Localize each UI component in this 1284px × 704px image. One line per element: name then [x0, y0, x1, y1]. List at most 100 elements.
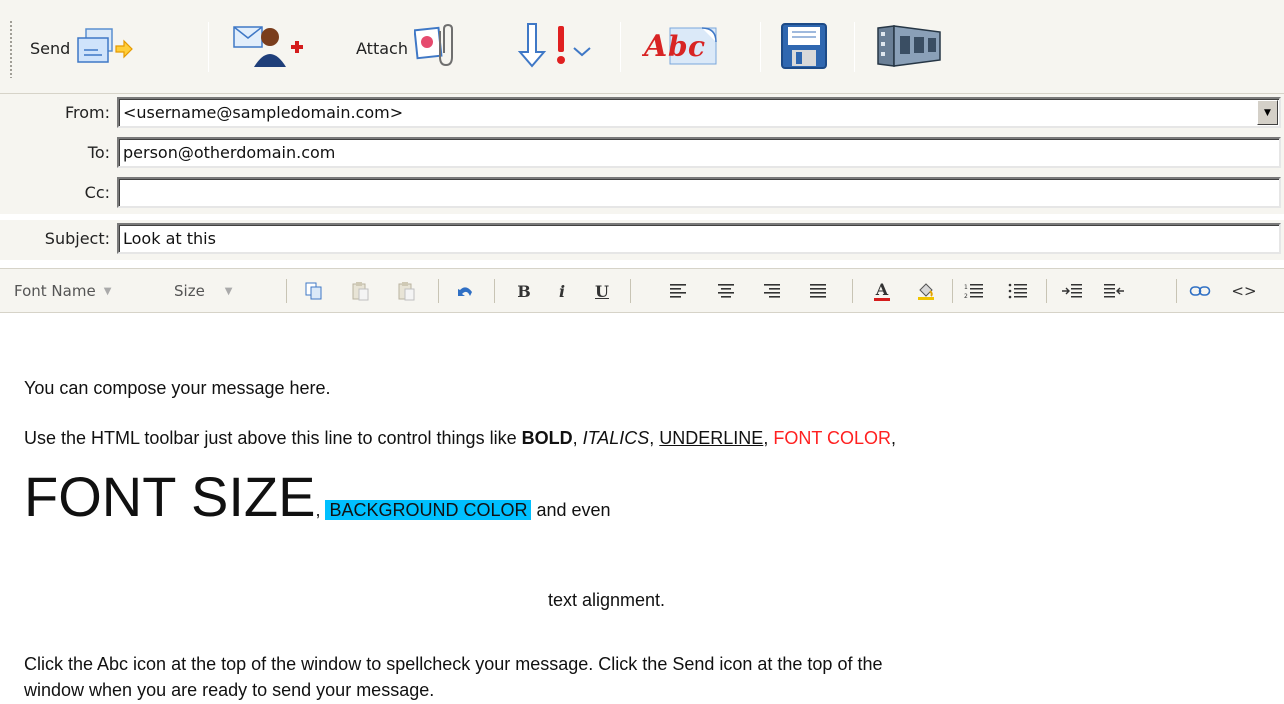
format-separator	[286, 279, 287, 303]
priority-icon	[516, 22, 596, 74]
paste-button[interactable]	[346, 277, 374, 305]
body-text: window when you are ready to send your m…	[24, 680, 435, 700]
italic-sample: ITALICS	[582, 428, 650, 448]
body-text: You can compose your message here.	[24, 378, 331, 398]
bold-icon: B	[517, 281, 531, 301]
chevron-down-icon[interactable]: ▼	[1257, 100, 1278, 125]
from-select[interactable]: <username@sampledomain.com> ▼	[117, 97, 1281, 128]
align-center-icon	[718, 284, 734, 298]
italic-button[interactable]: i	[548, 277, 576, 305]
body-paragraph: You can compose your message here.	[24, 378, 331, 399]
undo-button[interactable]	[452, 277, 480, 305]
svg-text:c: c	[688, 30, 705, 63]
format-separator	[630, 279, 631, 303]
from-row: From: <username@sampledomain.com> ▼	[0, 94, 1284, 134]
indent-button[interactable]	[1058, 277, 1086, 305]
highlight-color-button[interactable]	[912, 277, 940, 305]
bold-sample: BOLD	[521, 428, 573, 448]
subject-value: Look at this	[123, 229, 216, 248]
cc-label: Cc:	[84, 183, 110, 202]
justify-button[interactable]	[804, 277, 832, 305]
outdent-button[interactable]	[1100, 277, 1128, 305]
compose-toolbar: Send Attach A b c	[0, 0, 1284, 94]
add-contact-icon	[232, 23, 310, 73]
font-name-label: Font Name	[14, 282, 96, 300]
body-paragraph: window when you are ready to send your m…	[24, 680, 434, 701]
format-separator	[1046, 279, 1047, 303]
to-field[interactable]: person@otherdomain.com	[117, 137, 1281, 168]
bullet-list-icon	[1008, 283, 1027, 299]
svg-text:2: 2	[964, 293, 968, 300]
html-source-button[interactable]: <>	[1230, 277, 1258, 305]
from-value: <username@sampledomain.com>	[123, 103, 404, 122]
from-label: From:	[64, 103, 110, 122]
subject-row: Subject: Look at this	[0, 220, 1284, 260]
align-right-icon	[764, 284, 780, 298]
underline-icon: U	[595, 281, 609, 301]
paste-text-button[interactable]	[392, 277, 420, 305]
align-justify-icon	[810, 284, 826, 298]
abc-spellcheck-icon: A b c	[641, 22, 718, 74]
send-envelope-icon	[76, 26, 134, 70]
paperclip-photo-icon	[413, 23, 454, 73]
format-separator	[952, 279, 953, 303]
separator-text: ,	[315, 500, 326, 520]
to-value: person@otherdomain.com	[123, 143, 336, 162]
chevron-down-icon: ▼	[103, 285, 112, 297]
body-text: Click the Abc icon at the top of the win…	[24, 654, 883, 674]
paste-plain-icon	[398, 282, 415, 301]
toolbar-grip[interactable]	[9, 20, 13, 78]
address-book-button[interactable]	[232, 16, 310, 80]
to-label: To:	[87, 143, 110, 162]
alignment-sample: text alignment.	[548, 590, 666, 610]
italic-icon: i	[558, 281, 566, 301]
font-color-sample: FONT COLOR	[773, 428, 892, 448]
font-color-icon: A	[875, 279, 889, 299]
send-button[interactable]: Send	[30, 16, 134, 80]
message-body-editor[interactable]: You can compose your message here. Use t…	[0, 314, 1284, 704]
cc-field[interactable]	[117, 177, 1281, 208]
format-separator	[438, 279, 439, 303]
spellcheck-button[interactable]: A b c	[641, 16, 718, 80]
bold-button[interactable]: B	[510, 277, 538, 305]
body-text: and even	[531, 500, 611, 520]
html-format-toolbar: Font Name ▼ Size ▼ B i U A 1 2 <>	[0, 268, 1284, 313]
subject-field[interactable]: Look at this	[117, 223, 1281, 254]
font-color-button[interactable]: A	[868, 277, 896, 305]
copy-icon	[305, 282, 322, 300]
code-brackets-icon: <>	[1231, 282, 1257, 300]
underline-button[interactable]: U	[588, 277, 616, 305]
numbered-list-icon: 1 2	[964, 284, 983, 300]
separator-text: ,	[649, 428, 660, 448]
font-name-select[interactable]: Font Name ▼	[14, 278, 111, 304]
indent-icon	[1062, 284, 1082, 298]
svg-text:b: b	[668, 30, 688, 63]
chevron-down-icon: ▼	[224, 285, 233, 297]
insert-media-button[interactable]	[874, 16, 944, 80]
format-separator	[494, 279, 495, 303]
align-right-button[interactable]	[758, 277, 786, 305]
priority-button[interactable]	[516, 16, 596, 80]
align-center-button[interactable]	[712, 277, 740, 305]
insert-link-button[interactable]	[1186, 277, 1214, 305]
highlight-bucket-icon	[918, 283, 934, 300]
paste-icon	[352, 282, 369, 301]
undo-icon	[458, 287, 472, 296]
numbered-list-button[interactable]: 1 2	[960, 277, 988, 305]
toolbar-separator	[760, 22, 761, 72]
bullet-list-button[interactable]	[1004, 277, 1032, 305]
attach-button[interactable]: Attach	[356, 16, 454, 80]
toolbar-separator	[854, 22, 855, 72]
film-strip-icon	[874, 22, 944, 74]
font-size-select[interactable]: Size ▼	[174, 278, 233, 304]
align-left-button[interactable]	[664, 277, 692, 305]
toolbar-separator	[208, 22, 209, 72]
underline-sample: UNDERLINE	[659, 428, 764, 448]
copy-button[interactable]	[300, 277, 328, 305]
attach-label: Attach	[356, 38, 408, 58]
save-button[interactable]	[780, 16, 830, 80]
body-paragraph: Click the Abc icon at the top of the win…	[24, 654, 882, 675]
centered-paragraph: text alignment.	[548, 590, 665, 611]
svg-text:1: 1	[964, 284, 968, 291]
subject-label: Subject:	[44, 229, 110, 248]
